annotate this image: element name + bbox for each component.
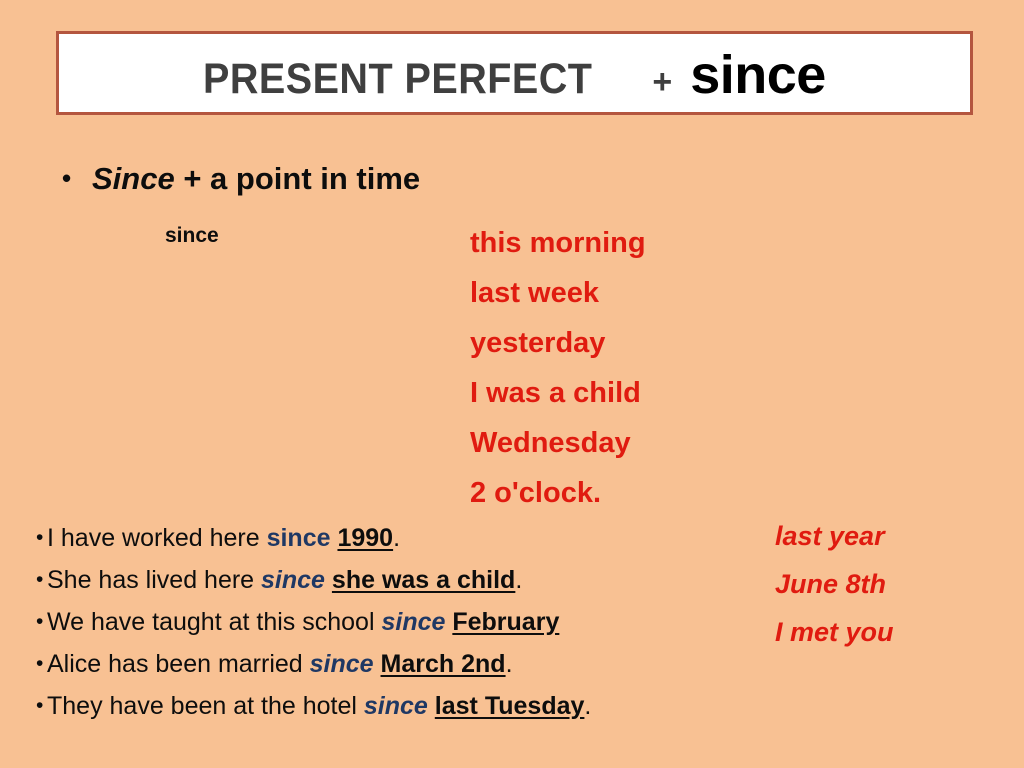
plus-sign: + <box>652 63 673 101</box>
list-item: June 8th <box>775 569 887 599</box>
bullet-icon: • <box>36 694 44 717</box>
list-item: • We have taught at this school since Feb… <box>36 601 776 643</box>
list-item: yesterday <box>470 327 606 359</box>
example-sentence-list: • I have worked here since 1990. • She has… <box>36 517 776 727</box>
list-item: last week <box>470 277 599 309</box>
extra-time-expression-list: last year June 8th I met you <box>775 512 894 656</box>
sentence-suffix: . <box>584 692 592 720</box>
list-item: I was a child <box>470 377 641 409</box>
sentence-prefix: She has lived here <box>47 566 262 594</box>
sentence-highlight: February <box>452 608 560 636</box>
lead-keyword: Since <box>92 161 175 196</box>
sentence-suffix: . <box>393 524 401 552</box>
sentence-highlight: she was a child <box>331 566 516 594</box>
sentence-keyword: since <box>261 566 325 594</box>
sentence-keyword: since <box>309 650 374 678</box>
sentence-prefix: Alice has been married <box>47 650 310 678</box>
title-keyword: since <box>690 45 826 105</box>
sentence-highlight: last Tuesday <box>434 692 585 720</box>
sentence-suffix: . <box>505 650 513 678</box>
sentence-highlight: March 2nd <box>380 650 506 678</box>
bullet-icon: • <box>36 568 44 591</box>
since-label: since <box>165 224 219 247</box>
list-item: this morning <box>470 227 646 259</box>
list-item: Wednesday <box>470 427 631 459</box>
list-item: • Alice has been married since March 2nd. <box>36 643 776 685</box>
sentence-highlight: 1990 <box>337 524 394 552</box>
list-item: • They have been at the hotel since last … <box>36 685 776 727</box>
sentence-suffix: . <box>515 566 523 594</box>
list-item: I met you <box>775 617 894 647</box>
page-title: PRESENT PERFECT <box>203 55 593 103</box>
bullet-icon: • <box>36 652 44 675</box>
list-item: last year <box>775 521 885 551</box>
slide-root: { "colors": { "background": "#f8c193", "… <box>0 0 1024 768</box>
bullet-icon: • <box>62 163 72 193</box>
lead-bullet-line: • Since + a point in time <box>62 161 420 197</box>
bullet-icon: • <box>36 526 44 549</box>
title-banner: PRESENT PERFECT + since <box>56 31 973 115</box>
list-item: 2 o'clock. <box>470 477 602 509</box>
time-expression-list: this morning last week yesterday I was a… <box>470 218 646 518</box>
lead-rest: + a point in time <box>174 161 421 196</box>
sentence-prefix: We have taught at this school <box>47 608 382 636</box>
sentence-keyword: since <box>363 692 428 720</box>
title-banner-content: PRESENT PERFECT + since <box>203 44 826 106</box>
sentence-prefix: I have worked here <box>47 524 267 552</box>
bullet-icon: • <box>36 610 44 633</box>
sentence-keyword: since <box>381 608 446 636</box>
sentence-prefix: They have been at the hotel <box>47 692 364 720</box>
sentence-keyword: since <box>266 524 331 552</box>
list-item: • She has lived here since she was a chil… <box>36 559 776 601</box>
list-item: • I have worked here since 1990. <box>36 517 776 559</box>
